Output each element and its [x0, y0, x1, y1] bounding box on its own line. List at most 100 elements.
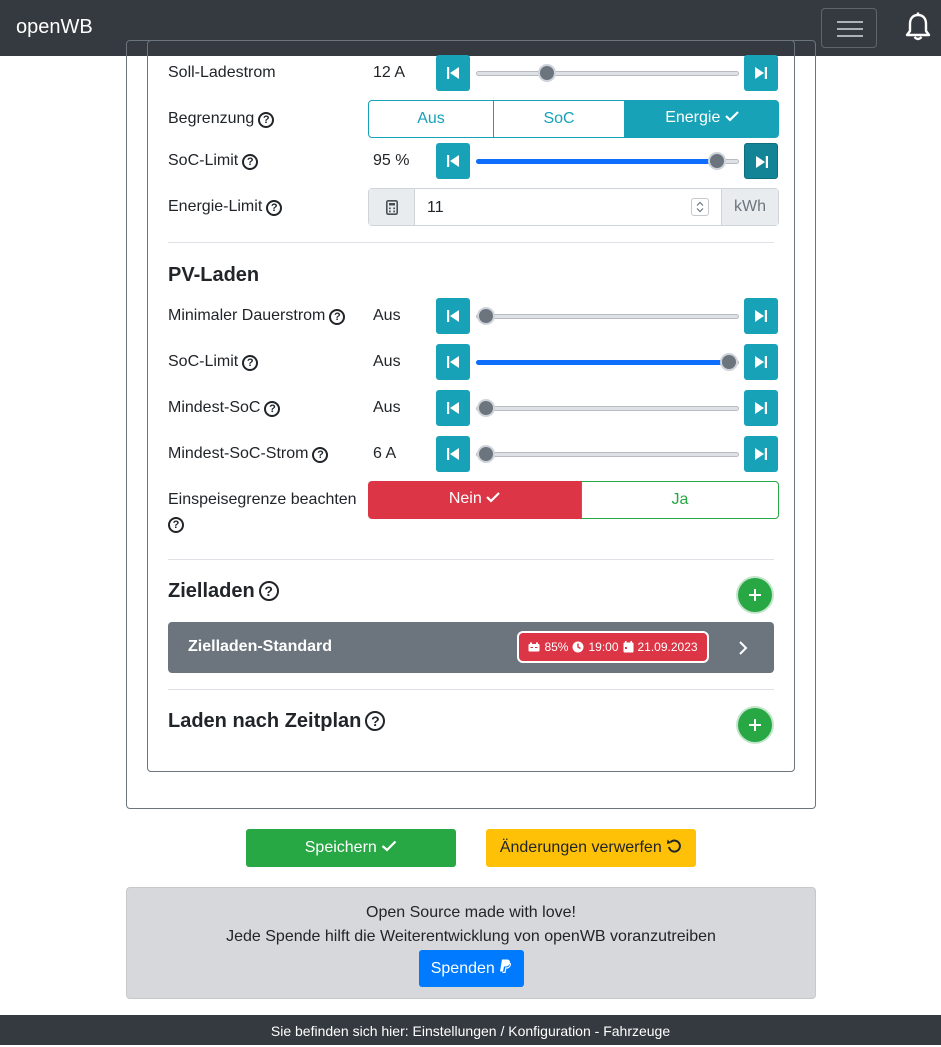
zielladen-heading: Zielladen?: [168, 580, 279, 603]
min-dauerstrom-value: Aus: [373, 307, 401, 324]
mindest-soc-label: Mindest-SoC?: [168, 399, 281, 417]
mindest-soc-strom-slider[interactable]: [476, 445, 739, 463]
donate-button[interactable]: Spenden: [418, 950, 524, 987]
soll-ladestrom-value: 12 A: [373, 64, 406, 81]
check-icon: [486, 492, 500, 503]
clock-icon: [572, 641, 584, 653]
divider: [168, 689, 774, 690]
begrenzung-option-soc[interactable]: SoC: [494, 100, 625, 138]
mindest-soc-strom-decrease-button[interactable]: [436, 436, 470, 472]
hamburger-icon: [837, 21, 863, 23]
car-battery-icon: [528, 642, 540, 652]
pv-soc-limit-decrease-button[interactable]: [436, 344, 470, 380]
skip-end-icon: [755, 67, 767, 79]
einspeisegrenze-option-ja[interactable]: Ja: [581, 481, 779, 519]
menu-toggle-button[interactable]: [821, 8, 877, 48]
soc-limit-decrease-button[interactable]: [436, 143, 470, 179]
donate-text-1: Open Source made with love!: [366, 904, 576, 921]
number-spinner[interactable]: [691, 198, 709, 216]
min-dauerstrom-slider[interactable]: [476, 307, 739, 325]
add-zielladen-plan-button[interactable]: [738, 578, 772, 612]
soc-limit-increase-button[interactable]: [744, 143, 778, 179]
soll-ladestrom-label: Soll-Ladestrom: [168, 64, 276, 81]
help-icon[interactable]: ?: [264, 401, 281, 417]
check-icon: [725, 111, 739, 122]
soc-limit-value: 95 %: [373, 152, 410, 169]
soc-limit-slider[interactable]: [476, 152, 739, 170]
add-zeitplan-button[interactable]: [738, 708, 772, 742]
help-icon[interactable]: ?: [258, 112, 275, 128]
mindest-soc-strom-value: 6 A: [373, 445, 397, 462]
energie-limit-input[interactable]: 11: [415, 189, 721, 225]
begrenzung-option-aus[interactable]: Aus: [368, 100, 494, 138]
mindest-soc-strom-increase-button[interactable]: [744, 436, 778, 472]
energie-limit-label: Energie-Limit?: [168, 198, 283, 216]
help-icon[interactable]: ?: [242, 154, 259, 170]
breadcrumb-footer: Sie befinden sich hier: Einstellungen / …: [0, 1015, 941, 1045]
mindest-soc-increase-button[interactable]: [744, 390, 778, 426]
zielladen-plan-item[interactable]: Zielladen-Standard 85% 19:00 21.09.2023: [168, 622, 774, 673]
mindest-soc-strom-label: Mindest-SoC-Strom?: [168, 445, 329, 463]
pv-soc-limit-increase-button[interactable]: [744, 344, 778, 380]
skip-start-icon: [447, 356, 459, 368]
slider-thumb[interactable]: [477, 307, 495, 325]
help-icon[interactable]: ?: [168, 517, 184, 533]
divider: [168, 242, 774, 243]
skip-end-icon: [755, 402, 767, 414]
einspeisegrenze-selector: Nein Ja: [368, 481, 779, 519]
soll-ladestrom-increase-button[interactable]: [744, 55, 778, 91]
slider-thumb[interactable]: [538, 64, 556, 82]
soll-ladestrom-slider[interactable]: [476, 64, 739, 82]
pv-laden-heading: PV-Laden: [168, 264, 260, 286]
energie-limit-input-value: 11: [427, 199, 444, 216]
help-icon[interactable]: ?: [258, 581, 279, 601]
divider: [168, 559, 774, 560]
mindest-soc-decrease-button[interactable]: [436, 390, 470, 426]
plan-summary-badge: 85% 19:00 21.09.2023: [517, 631, 709, 663]
soc-limit-label: SoC-Limit?: [168, 152, 259, 170]
app-brand[interactable]: openWB: [16, 16, 93, 39]
undo-icon: [667, 839, 682, 853]
help-icon[interactable]: ?: [242, 355, 259, 371]
skip-end-icon: [756, 156, 768, 168]
min-dauerstrom-label: Minimaler Dauerstrom?: [168, 307, 346, 325]
discard-changes-button[interactable]: Änderungen verwerfen: [486, 829, 696, 867]
soll-ladestrom-decrease-button[interactable]: [436, 55, 470, 91]
slider-thumb[interactable]: [477, 445, 495, 463]
begrenzung-option-energie[interactable]: Energie: [625, 100, 779, 138]
help-icon[interactable]: ?: [312, 447, 329, 463]
energie-limit-unit: kWh: [721, 189, 778, 225]
skip-end-icon: [755, 356, 767, 368]
skip-start-icon: [447, 310, 459, 322]
einspeisegrenze-option-nein[interactable]: Nein: [368, 481, 581, 519]
help-icon[interactable]: ?: [329, 309, 346, 325]
paypal-icon: [500, 959, 512, 974]
plan-time: 19:00: [588, 640, 619, 654]
skip-end-icon: [755, 448, 767, 460]
pv-soc-limit-slider[interactable]: [476, 353, 739, 371]
einspeisegrenze-label: Einspeisegrenze beachten: [168, 491, 357, 508]
begrenzung-label: Begrenzung?: [168, 110, 275, 128]
help-icon[interactable]: ?: [266, 200, 283, 216]
slider-thumb[interactable]: [708, 152, 726, 170]
check-icon: [382, 840, 397, 852]
skip-start-icon: [447, 402, 459, 414]
begrenzung-selector: Aus SoC Energie: [368, 100, 779, 138]
min-dauerstrom-increase-button[interactable]: [744, 298, 778, 334]
save-button[interactable]: Speichern: [246, 829, 456, 867]
energie-limit-input-group: 11 kWh: [368, 188, 779, 226]
slider-thumb[interactable]: [720, 353, 738, 371]
slider-thumb[interactable]: [477, 399, 495, 417]
donate-text-2: Jede Spende hilft die Weiterentwicklung …: [226, 928, 716, 945]
plan-title: Zielladen-Standard: [188, 638, 333, 655]
chevron-right-icon: [739, 641, 748, 655]
slider-fill: [476, 159, 716, 164]
skip-start-icon: [447, 67, 459, 79]
mindest-soc-slider[interactable]: [476, 399, 739, 417]
bell-icon[interactable]: [904, 12, 932, 42]
skip-start-icon: [447, 448, 459, 460]
help-icon[interactable]: ?: [365, 711, 386, 731]
min-dauerstrom-decrease-button[interactable]: [436, 298, 470, 334]
zeitplan-heading: Laden nach Zeitplan?: [168, 710, 386, 733]
skip-start-icon: [447, 155, 459, 167]
